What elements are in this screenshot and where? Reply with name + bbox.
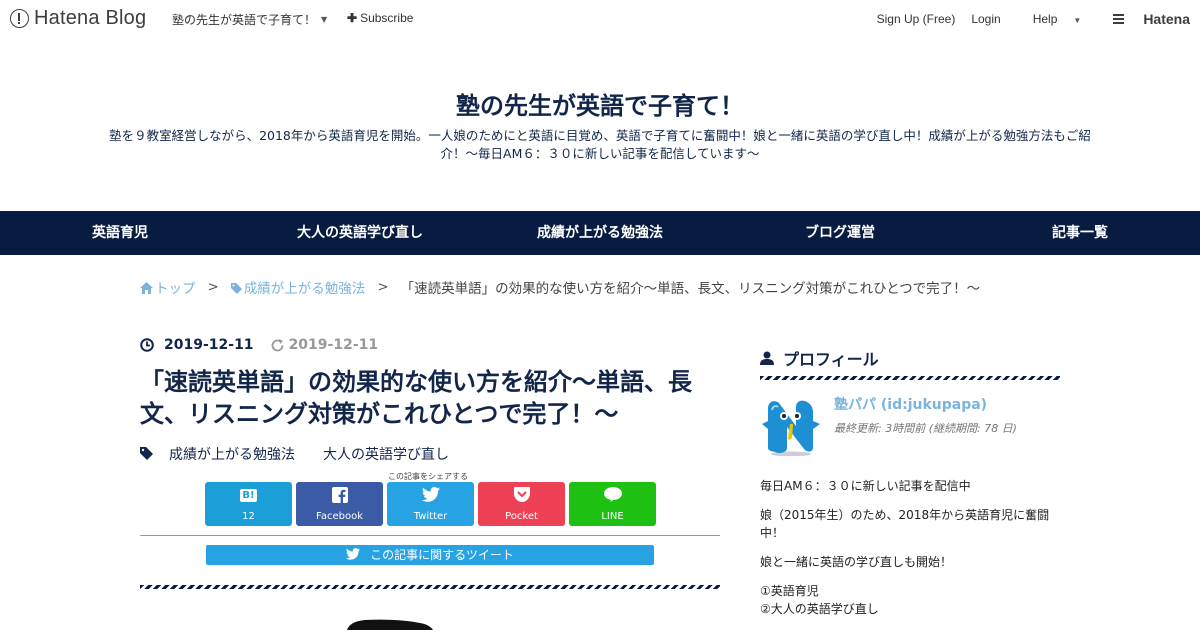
subscribe-button[interactable]: ✚ Subscribe — [347, 11, 413, 25]
line-share-button[interactable]: LINE — [569, 482, 656, 526]
related-tweets-button[interactable]: この記事に関するツイート — [206, 545, 654, 565]
bio-line: ②大人の英語学び直し — [760, 602, 879, 616]
facebook-label: Facebook — [316, 511, 363, 522]
bio-line: 毎日AM６：３０に新しい記事を配信中 — [760, 479, 971, 493]
share-buttons: B! 12 Facebook Twitter Pocket LINE — [205, 482, 660, 526]
breadcrumb-home-label: トップ — [155, 281, 196, 297]
hatena-link[interactable]: Hatena — [1097, 11, 1190, 27]
help-menu[interactable]: Help ▼ — [1017, 12, 1082, 26]
nav-item-blog-management[interactable]: ブログ運営 — [720, 211, 960, 255]
refresh-icon — [271, 338, 283, 351]
breadcrumb-home[interactable]: トップ — [140, 277, 196, 297]
published-date[interactable]: 2019-12-11 — [164, 337, 254, 353]
blog-title[interactable]: 塾の先生が英語で子育て！ — [0, 86, 1200, 121]
caret-down-icon: ▼ — [321, 15, 328, 24]
breadcrumb-category-label: 成績が上がる勉強法 — [243, 281, 366, 297]
article-title[interactable]: 「速読英単語」の効果的な使い方を紹介～単語、長文、リスニング対策がこれひとつで完… — [140, 366, 730, 430]
category-link[interactable]: 成績が上がる勉強法 — [169, 444, 295, 464]
tag-icon — [230, 283, 242, 294]
divider — [140, 535, 720, 536]
login-link[interactable]: Login — [971, 12, 1000, 26]
profile-last-updated: 最終更新: 3時間前 (継続期間: 78 日) — [834, 422, 1017, 435]
category-link[interactable]: 大人の英語学び直し — [323, 444, 449, 464]
profile-heading-label: プロフィール — [783, 350, 879, 369]
hatena-bookmark-icon: B! — [240, 489, 257, 502]
topbar-right-links: Sign Up (Free) Login Help ▼ Hatena — [861, 11, 1190, 27]
breadcrumb-current: 「速読英単語」の効果的な使い方を紹介～単語、長文、リスニング対策がこれひとつで完… — [400, 281, 981, 297]
twitter-label: Twitter — [413, 511, 448, 522]
hatena-bookmark-count: 12 — [242, 511, 255, 522]
twitter-icon — [346, 548, 361, 560]
line-icon — [569, 487, 656, 506]
profile-divider-stripe — [760, 376, 1060, 380]
breadcrumb-category[interactable]: 成績が上がる勉強法 — [230, 277, 366, 297]
nav-item-english-parenting[interactable]: 英語育児 — [0, 211, 240, 255]
nav-item-study-methods[interactable]: 成績が上がる勉強法 — [480, 211, 720, 255]
plus-icon: ✚ — [347, 11, 358, 25]
hatena-logo-icon — [10, 8, 29, 28]
facebook-share-button[interactable]: Facebook — [296, 482, 383, 526]
home-icon — [140, 282, 153, 294]
article-dates: 2019-12-11 2019-12-11 — [140, 337, 378, 353]
article-image-top — [347, 619, 433, 630]
hatena-blog-logo-text: Hatena Blog — [34, 6, 147, 29]
tag-icon — [140, 447, 153, 460]
global-nav: 英語育児 大人の英語学び直し 成績が上がる勉強法 ブログ運営 記事一覧 — [0, 211, 1200, 255]
hatena-lines-icon — [1113, 12, 1125, 26]
hatena-bookmark-button[interactable]: B! 12 — [205, 482, 292, 526]
hatena-blog-logo[interactable]: Hatena Blog — [10, 7, 146, 29]
bio-line: ①英語育児 — [760, 584, 819, 598]
caret-down-icon: ▼ — [1073, 16, 1082, 25]
breadcrumb-separator: > — [377, 279, 389, 295]
hatena-label: Hatena — [1143, 11, 1190, 27]
bio-line: 娘（2015年生）のため、2018年から英語育児に奮闘中！ — [760, 508, 1050, 540]
line-label: LINE — [601, 511, 624, 522]
facebook-icon — [296, 487, 383, 507]
related-tweets-label: この記事に関するツイート — [370, 548, 514, 562]
signup-link[interactable]: Sign Up (Free) — [877, 12, 956, 26]
pocket-share-button[interactable]: Pocket — [478, 482, 565, 526]
breadcrumb: トップ > 成績が上がる勉強法 > 「速読英単語」の効果的な使い方を紹介～単語、… — [140, 277, 980, 297]
article-divider-stripe — [140, 585, 720, 589]
blog-description: 塾を９教室経営しながら、2018年から英語育児を開始。一人娘のためにと英語に目覚… — [109, 128, 1091, 161]
clock-icon — [140, 338, 154, 352]
twitter-share-button[interactable]: Twitter — [387, 482, 474, 526]
bio-line: 娘と一緒に英語の学び直しも開始！ — [760, 555, 953, 569]
user-icon — [760, 351, 774, 365]
blog-name-label: 塾の先生が英語で子育て！ — [172, 13, 317, 27]
profile-heading: プロフィール — [760, 346, 879, 370]
nav-item-article-list[interactable]: 記事一覧 — [960, 211, 1200, 255]
nav-item-adult-english[interactable]: 大人の英語学び直し — [240, 211, 480, 255]
profile-name[interactable]: 塾パパ (id:jukupapa) — [834, 394, 987, 414]
profile-bio: 毎日AM６：３０に新しい記事を配信中 娘（2015年生）のため、2018年から英… — [760, 477, 1060, 618]
blog-name-dropdown[interactable]: 塾の先生が英語で子育て！ ▼ — [172, 11, 327, 28]
profile-avatar[interactable] — [760, 394, 822, 456]
share-label: この記事をシェアする — [388, 472, 468, 481]
updated-date: 2019-12-11 — [288, 337, 379, 353]
breadcrumb-separator: > — [207, 279, 219, 295]
pocket-icon — [478, 487, 565, 506]
subscribe-label: Subscribe — [360, 11, 414, 25]
help-label: Help — [1032, 12, 1058, 26]
twitter-icon — [387, 487, 474, 506]
hatena-topbar: Hatena Blog 塾の先生が英語で子育て！ ▼ ✚ Subscribe Si… — [0, 0, 1200, 36]
pocket-label: Pocket — [505, 511, 538, 522]
article-categories: 成績が上がる勉強法 大人の英語学び直し — [140, 444, 477, 464]
